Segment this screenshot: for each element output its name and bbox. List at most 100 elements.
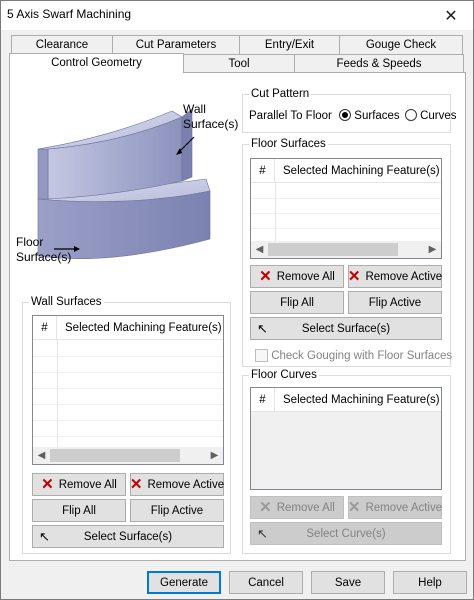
dialog-window: 5 Axis Swarf Machining ✕ Clearance Cut P… (0, 0, 474, 600)
list-header: # Selected Machining Feature(s) (33, 316, 223, 340)
chevron-left-icon[interactable]: ◀ (251, 241, 268, 258)
chevron-right-icon[interactable]: ▶ (424, 241, 441, 258)
col-index-header: # (33, 316, 57, 340)
col-feature-header: Selected Machining Feature(s) (283, 165, 440, 177)
floor-select-surfaces-button[interactable]: ↖ Select Surface(s) (250, 317, 442, 340)
grid-line (251, 198, 441, 199)
wall-label-line1: Wall (183, 102, 206, 116)
wall-surface-label: Wall Surface(s) (183, 102, 238, 132)
wall-surfaces-title: Wall Surfaces (29, 295, 104, 309)
grid-line (33, 420, 223, 421)
floor-surfaces-group: Floor Surfaces # Selected Machining Feat… (242, 137, 452, 367)
tab-clearance[interactable]: Clearance (11, 35, 113, 54)
floor-label-line2: Surface(s) (16, 250, 72, 264)
cut-pattern-group: Cut Pattern Parallel To Floor Surfaces C… (242, 87, 457, 133)
check-gouging-checkbox[interactable] (255, 349, 268, 362)
red-x-icon: ✕ (129, 476, 143, 493)
grid-line (33, 356, 223, 357)
grid-line (33, 372, 223, 373)
grid-line (33, 404, 223, 405)
floor-flip-all-button[interactable]: Flip All (250, 291, 344, 314)
window-title: 5 Axis Swarf Machining (7, 7, 132, 21)
wall-surfaces-list[interactable]: # Selected Machining Feature(s) ◀ ▶ (32, 315, 224, 465)
wall-flip-all-button[interactable]: Flip All (32, 499, 126, 522)
floor-curves-title: Floor Curves (249, 368, 319, 382)
help-button[interactable]: Help (393, 571, 467, 594)
cancel-button[interactable]: Cancel (229, 571, 303, 594)
floor-surfaces-title: Floor Surfaces (249, 137, 328, 151)
scrollbar-thumb[interactable] (268, 243, 398, 256)
floor-select-surfaces-label: Select Surface(s) (301, 322, 391, 335)
curves-remove-active-button[interactable]: ✕ Remove Active (348, 496, 442, 519)
curves-remove-all-label: Remove All (276, 501, 335, 514)
floor-remove-active-button[interactable]: ✕ Remove Active (348, 265, 442, 288)
list-header: # Selected Machining Feature(s) (251, 159, 441, 183)
radio-surfaces-label[interactable]: Surfaces (354, 110, 399, 122)
floor-label-line1: Floor (16, 235, 44, 249)
gray-x-icon: ✕ (259, 499, 272, 516)
wall-remove-all-button[interactable]: ✕ Remove All (32, 473, 126, 496)
curves-remove-all-button[interactable]: ✕ Remove All (250, 496, 344, 519)
select-curves-label: Select Curve(s) (306, 527, 386, 540)
scrollbar-thumb[interactable] (50, 449, 180, 462)
floor-curves-group: Floor Curves # Selected Machining Featur… (242, 368, 451, 554)
list-header: # Selected Machining Feature(s) (251, 388, 441, 412)
cursor-arrow-icon: ↖ (257, 526, 268, 541)
radio-curves-indicator[interactable] (404, 109, 417, 121)
cut-pattern-label: Parallel To Floor (249, 110, 332, 122)
wall-flip-active-button[interactable]: Flip Active (130, 499, 224, 522)
red-x-icon: ✕ (41, 476, 54, 493)
save-button[interactable]: Save (311, 571, 385, 594)
cursor-arrow-icon: ↖ (39, 529, 50, 544)
tab-cut-parameters[interactable]: Cut Parameters (112, 35, 240, 54)
grid-line (251, 213, 441, 214)
horizontal-scrollbar[interactable]: ◀ ▶ (33, 447, 223, 464)
radio-curves[interactable]: Curves (404, 109, 457, 122)
chevron-left-icon[interactable]: ◀ (33, 447, 50, 464)
wall-remove-all-label: Remove All (58, 478, 117, 491)
gray-x-icon: ✕ (347, 499, 361, 516)
radio-curves-label[interactable]: Curves (420, 110, 456, 122)
curves-remove-active-label: Remove Active (365, 501, 443, 514)
floor-flip-active-button[interactable]: Flip Active (348, 291, 442, 314)
grid-line (33, 436, 223, 437)
wall-remove-active-label: Remove Active (147, 478, 225, 491)
check-gouging-row[interactable]: Check Gouging with Floor Surfaces (255, 349, 452, 362)
tab-feeds-speeds[interactable]: Feeds & Speeds (294, 54, 464, 73)
wall-remove-active-button[interactable]: ✕ Remove Active (130, 473, 224, 496)
radio-surfaces[interactable]: Surfaces (339, 109, 400, 122)
grid-line (251, 228, 441, 229)
cut-pattern-title: Cut Pattern (249, 87, 312, 101)
cursor-arrow-icon: ↖ (257, 321, 268, 336)
floor-remove-all-label: Remove All (276, 270, 335, 283)
tab-gouge-check[interactable]: Gouge Check (339, 35, 463, 54)
close-icon[interactable]: ✕ (433, 1, 469, 30)
wall-select-surfaces-label: Select Surface(s) (83, 530, 173, 543)
tab-tool[interactable]: Tool (183, 54, 295, 73)
wall-label-line2: Surface(s) (183, 117, 239, 131)
floor-surfaces-list[interactable]: # Selected Machining Feature(s) ◀ ▶ (250, 158, 442, 259)
col-feature-header: Selected Machining Feature(s) (283, 394, 440, 406)
red-x-icon: ✕ (259, 268, 272, 285)
col-index-header: # (251, 388, 275, 412)
chevron-right-icon[interactable]: ▶ (206, 447, 223, 464)
cut-pattern-row: Parallel To Floor Surfaces Curves (249, 109, 457, 122)
floor-remove-active-label: Remove Active (365, 270, 443, 283)
tab-panel-control-geometry: Wall Surface(s) Floor Surface(s) Cut Pat… (9, 72, 466, 561)
col-index-header: # (251, 159, 275, 183)
floor-curves-list[interactable]: # Selected Machining Feature(s) (250, 387, 442, 490)
red-x-icon: ✕ (347, 268, 361, 285)
title-bar: 5 Axis Swarf Machining ✕ (1, 1, 473, 30)
tab-entry-exit[interactable]: Entry/Exit (239, 35, 340, 54)
horizontal-scrollbar[interactable]: ◀ ▶ (251, 241, 441, 258)
select-curves-button[interactable]: ↖ Select Curve(s) (250, 522, 442, 545)
generate-button[interactable]: Generate (147, 571, 221, 594)
grid-line (33, 388, 223, 389)
wall-select-surfaces-button[interactable]: ↖ Select Surface(s) (32, 525, 224, 548)
radio-surfaces-indicator[interactable] (339, 109, 352, 121)
col-feature-header: Selected Machining Feature(s) (65, 322, 222, 334)
floor-remove-all-button[interactable]: ✕ Remove All (250, 265, 344, 288)
tab-control-geometry[interactable]: Control Geometry (9, 53, 184, 73)
floor-surface-label: Floor Surface(s) (16, 235, 71, 265)
check-gouging-label[interactable]: Check Gouging with Floor Surfaces (271, 350, 452, 362)
